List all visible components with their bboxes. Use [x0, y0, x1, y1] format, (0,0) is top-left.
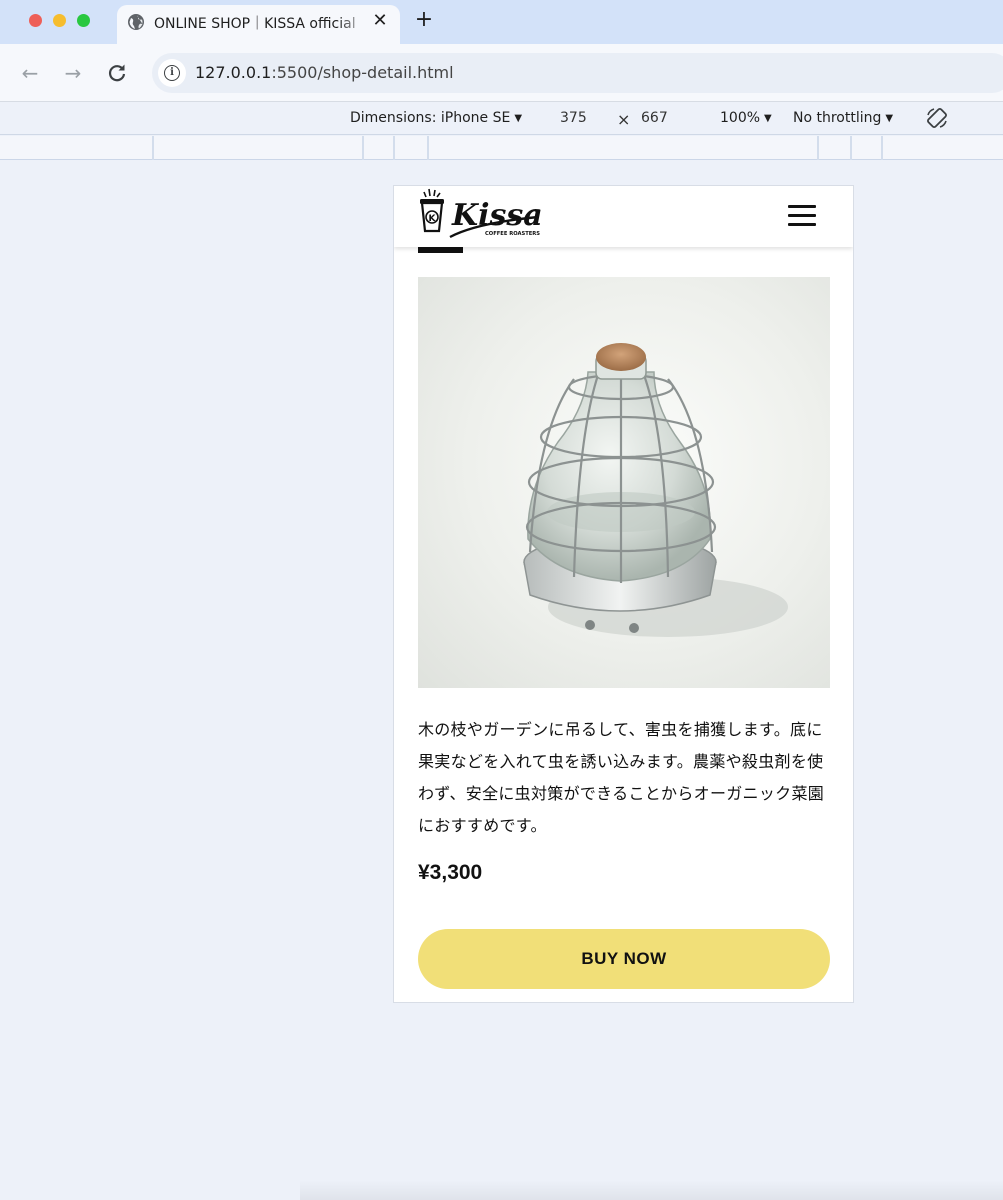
- minimize-window-button[interactable]: [53, 14, 66, 27]
- back-arrow-icon[interactable]: ←: [18, 61, 42, 85]
- ruler-tick: [881, 136, 883, 160]
- window-edge-shadow: [300, 1180, 1003, 1200]
- ruler-tick: [393, 136, 395, 160]
- throttling-label: No throttling: [793, 110, 882, 126]
- ruler-tick: [152, 136, 154, 160]
- new-tab-button[interactable]: +: [413, 8, 435, 32]
- rotate-device-icon[interactable]: [925, 106, 949, 130]
- svg-text:Kissa: Kissa: [451, 198, 543, 233]
- zoom-dropdown[interactable]: 100% ▼: [720, 110, 772, 126]
- height-input[interactable]: 667: [641, 110, 668, 126]
- throttling-dropdown[interactable]: No throttling ▼: [793, 110, 893, 126]
- address-bar[interactable]: i 127.0.0.1:5500/shop-detail.html: [152, 53, 1003, 93]
- coffee-cup-icon: K: [420, 188, 444, 233]
- zoom-window-button[interactable]: [77, 14, 90, 27]
- active-tab[interactable]: ONLINE SHOP｜KISSA official ✕: [117, 5, 400, 44]
- media-query-bar[interactable]: [0, 136, 1003, 160]
- device-toolbar: Dimensions: iPhone SE ▼ 375 × 667 100% ▼ N…: [0, 102, 1003, 135]
- dimensions-label: Dimensions: iPhone SE: [350, 110, 511, 126]
- svg-text:K: K: [429, 214, 437, 224]
- svg-text:COFFEE ROASTERS: COFFEE ROASTERS: [485, 231, 540, 237]
- dimensions-dropdown[interactable]: Dimensions: iPhone SE ▼: [350, 110, 522, 126]
- close-window-button[interactable]: [29, 14, 42, 27]
- ruler-tick: [817, 136, 819, 160]
- ruler-tick: [850, 136, 852, 160]
- forward-arrow-icon[interactable]: →: [61, 61, 85, 85]
- caret-down-icon: ▼: [764, 113, 772, 124]
- globe-icon: [128, 14, 144, 30]
- browser-tab-bar: ONLINE SHOP｜KISSA official ✕ +: [0, 0, 1003, 44]
- url-host: 127.0.0.1: [195, 63, 272, 82]
- url-path: :5500/shop-detail.html: [271, 63, 454, 82]
- site-info-icon[interactable]: i: [158, 59, 186, 87]
- ruler-tick: [362, 136, 364, 160]
- browser-toolbar: ← → i 127.0.0.1:5500/shop-detail.html: [0, 44, 1003, 102]
- zoom-label: 100%: [720, 110, 761, 126]
- product-description: 木の枝やガーデンに吊るして、害虫を捕獲します。底に果実などを入れて虫を誘い込みま…: [418, 720, 825, 835]
- product-price: ¥3,300: [418, 861, 483, 884]
- url-text[interactable]: 127.0.0.1:5500/shop-detail.html: [195, 63, 454, 82]
- hamburger-menu-icon[interactable]: [788, 205, 816, 227]
- times-icon: ×: [617, 110, 631, 129]
- width-input[interactable]: 375: [560, 110, 587, 126]
- ruler-tick: [427, 136, 429, 160]
- buy-now-button[interactable]: BUY NOW: [418, 929, 830, 989]
- close-tab-icon[interactable]: ✕: [370, 11, 390, 31]
- caret-down-icon: ▼: [885, 113, 894, 124]
- site-header: K Kissa COFFEE ROASTERS: [394, 186, 853, 247]
- product-image[interactable]: [418, 277, 830, 688]
- kissa-logo[interactable]: K Kissa COFFEE ROASTERS: [416, 187, 544, 243]
- reload-icon[interactable]: [105, 61, 129, 85]
- insect-trap-illustration: [523, 343, 788, 637]
- tab-title: ONLINE SHOP｜KISSA official: [154, 16, 356, 32]
- section-title-underline: [418, 247, 463, 253]
- device-viewport: K Kissa COFFEE ROASTERS 木の枝やガーデンに吊るして、害虫…: [393, 185, 854, 1003]
- caret-down-icon: ▼: [514, 113, 523, 124]
